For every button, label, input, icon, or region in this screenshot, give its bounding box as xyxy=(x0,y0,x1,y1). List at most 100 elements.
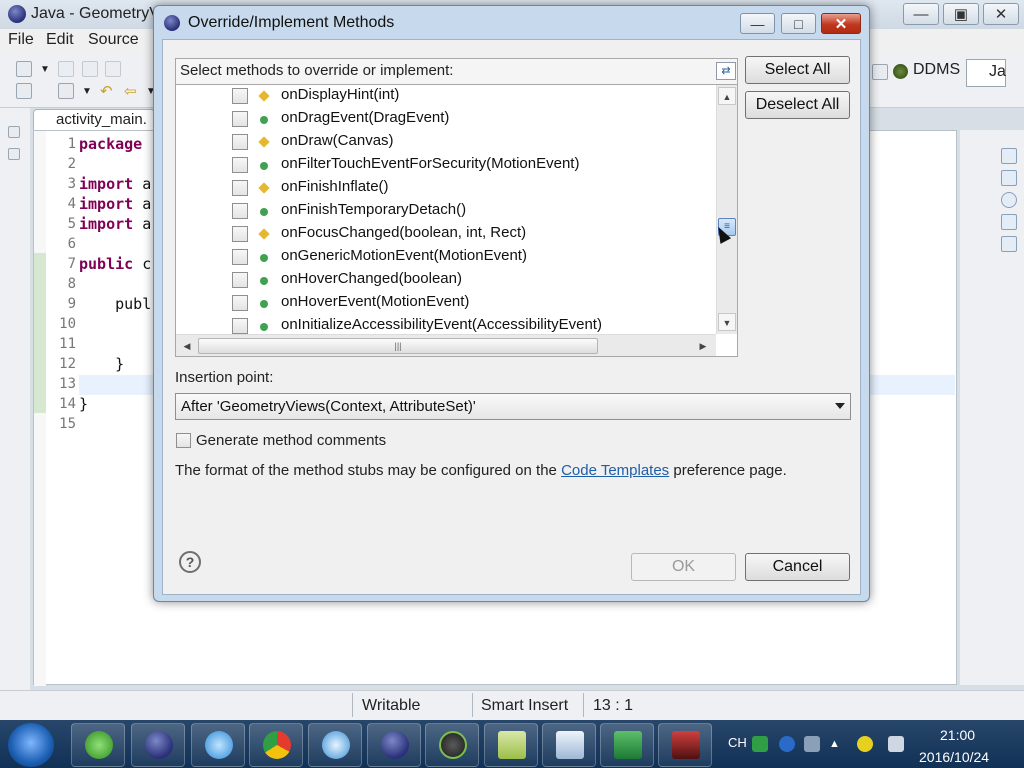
menu-edit[interactable]: Edit xyxy=(46,31,74,49)
ime-icon[interactable] xyxy=(752,736,768,752)
taskbar-app3[interactable] xyxy=(191,723,245,767)
method-row[interactable]: onDisplayHint(int) xyxy=(176,85,716,108)
code-text: a xyxy=(133,215,152,233)
method-row[interactable]: onDraw(Canvas) xyxy=(176,131,716,154)
method-checkbox[interactable] xyxy=(232,318,248,334)
method-row[interactable]: onDragEvent(DragEvent) xyxy=(176,108,716,131)
select-all-button[interactable]: Select All xyxy=(745,56,850,84)
print-icon[interactable] xyxy=(105,61,121,77)
right-trim xyxy=(960,130,1024,685)
new-icon[interactable] xyxy=(16,61,32,77)
back-icon[interactable]: ↶ xyxy=(100,82,113,100)
restore-icon[interactable] xyxy=(8,126,20,138)
eclipse-icon xyxy=(145,731,173,759)
code-keyword: public xyxy=(79,255,134,273)
tray-icon[interactable] xyxy=(804,736,820,752)
declaration-icon[interactable] xyxy=(1001,214,1017,230)
tray-language[interactable]: CH xyxy=(728,735,747,750)
volume-icon[interactable] xyxy=(888,736,904,752)
method-row[interactable]: onFocusChanged(boolean, int, Rect) xyxy=(176,223,716,246)
scroll-up-button[interactable]: ▲ xyxy=(718,87,736,105)
chevron-down-icon[interactable]: ▼ xyxy=(40,64,50,75)
outline-icon[interactable] xyxy=(1001,148,1017,164)
taskbar-app9[interactable] xyxy=(542,723,596,767)
code-text: } xyxy=(79,395,89,413)
method-row[interactable]: onHoverChanged(boolean) xyxy=(176,269,716,292)
previous-annotation-icon[interactable] xyxy=(58,83,74,99)
insertion-point-select[interactable]: After 'GeometryViews(Context, AttributeS… xyxy=(175,393,851,420)
method-checkbox[interactable] xyxy=(232,295,248,311)
perspective-ddms[interactable]: DDMS xyxy=(891,61,960,79)
dialog-maximize-button[interactable]: □ xyxy=(781,13,816,34)
taskbar-excel[interactable] xyxy=(600,723,654,767)
vertical-scrollbar[interactable]: ▲ ≡ ▼ xyxy=(716,85,737,334)
ok-button[interactable]: OK xyxy=(631,553,736,581)
help-icon[interactable] xyxy=(779,736,795,752)
dialog-minimize-button[interactable]: — xyxy=(740,13,775,34)
editor-tab[interactable]: activity_main. xyxy=(33,109,155,130)
method-checkbox[interactable] xyxy=(232,111,248,127)
maximize-button[interactable]: ▣ xyxy=(943,3,979,25)
deselect-all-button[interactable]: Deselect All xyxy=(745,91,850,119)
taskbar-ie[interactable] xyxy=(71,723,125,767)
open-perspective-icon[interactable] xyxy=(872,64,888,80)
method-checkbox[interactable] xyxy=(232,272,248,288)
back-arrow-icon[interactable]: ⇦ xyxy=(124,82,137,100)
method-list-header: Select methods to override or implement:… xyxy=(175,58,738,84)
horizontal-scrollbar[interactable]: ◀ ||| ▶ xyxy=(176,334,716,356)
method-tree[interactable]: onDisplayHint(int) onDragEvent(DragEvent)… xyxy=(175,84,738,357)
dialog-close-button[interactable]: ✕ xyxy=(821,13,861,34)
method-checkbox[interactable] xyxy=(232,134,248,150)
method-checkbox[interactable] xyxy=(232,180,248,196)
sort-by-type-button[interactable]: ⇄ xyxy=(716,62,736,80)
save-icon[interactable] xyxy=(58,61,74,77)
next-annotation-icon[interactable] xyxy=(16,83,32,99)
taskbar-eclipse-2[interactable] xyxy=(367,723,421,767)
method-row[interactable]: onGenericMotionEvent(MotionEvent) xyxy=(176,246,716,269)
javadoc-icon[interactable] xyxy=(1001,192,1017,208)
generate-comments-label[interactable]: Generate method comments xyxy=(196,432,386,449)
method-checkbox[interactable] xyxy=(232,88,248,104)
minimize-button[interactable]: — xyxy=(903,3,939,25)
method-row[interactable]: onFilterTouchEventForSecurity(MotionEven… xyxy=(176,154,716,177)
method-checkbox[interactable] xyxy=(232,203,248,219)
console-icon[interactable] xyxy=(1001,236,1017,252)
ime-toolbar[interactable] xyxy=(882,697,1024,719)
code-templates-link[interactable]: Code Templates xyxy=(561,462,669,479)
package-explorer-icon[interactable] xyxy=(8,148,20,160)
close-button[interactable]: ✕ xyxy=(983,3,1019,25)
menu-source[interactable]: Source xyxy=(88,31,139,49)
menu-file[interactable]: File xyxy=(8,31,34,49)
scroll-down-button[interactable]: ▼ xyxy=(718,313,736,331)
perspective-java[interactable]: Ja xyxy=(966,59,1006,87)
scroll-right-button[interactable]: ▶ xyxy=(694,337,712,355)
method-row[interactable]: onFinishInflate() xyxy=(176,177,716,200)
method-checkbox[interactable] xyxy=(232,157,248,173)
method-checkbox[interactable] xyxy=(232,226,248,242)
line-number: 4 xyxy=(67,196,76,212)
horizontal-scroll-thumb[interactable]: ||| xyxy=(198,338,598,354)
start-button[interactable] xyxy=(8,723,54,767)
taskbar-app8[interactable] xyxy=(484,723,538,767)
save-all-icon[interactable] xyxy=(82,61,98,77)
dialog-titlebar[interactable]: Override/Implement Methods — □ ✕ xyxy=(154,6,869,39)
method-row[interactable]: onFinishTemporaryDetach() xyxy=(176,200,716,223)
taskbar-chrome[interactable] xyxy=(249,723,303,767)
taskbar-recorder[interactable] xyxy=(658,723,712,767)
code-text[interactable]: package import a import a import a public c… xyxy=(79,134,151,434)
taskbar-eclipse[interactable] xyxy=(131,723,185,767)
taskbar-cloud[interactable] xyxy=(308,723,362,767)
chevron-down-icon[interactable]: ▼ xyxy=(82,86,92,97)
method-checkbox[interactable] xyxy=(232,249,248,265)
problems-icon[interactable] xyxy=(1001,170,1017,186)
scroll-left-button[interactable]: ◀ xyxy=(178,337,196,355)
taskbar-android[interactable] xyxy=(425,723,479,767)
cancel-button[interactable]: Cancel xyxy=(745,553,850,581)
generate-comments-checkbox[interactable] xyxy=(176,433,191,448)
show-hidden-icon[interactable]: ▲ xyxy=(829,738,845,754)
help-icon[interactable]: ? xyxy=(179,551,201,573)
method-row[interactable]: onHoverEvent(MotionEvent) xyxy=(176,292,716,315)
tray-app-icon[interactable] xyxy=(857,736,873,752)
clock-date[interactable]: 2016/10/24 xyxy=(919,749,989,765)
clock-time[interactable]: 21:00 xyxy=(940,727,975,743)
